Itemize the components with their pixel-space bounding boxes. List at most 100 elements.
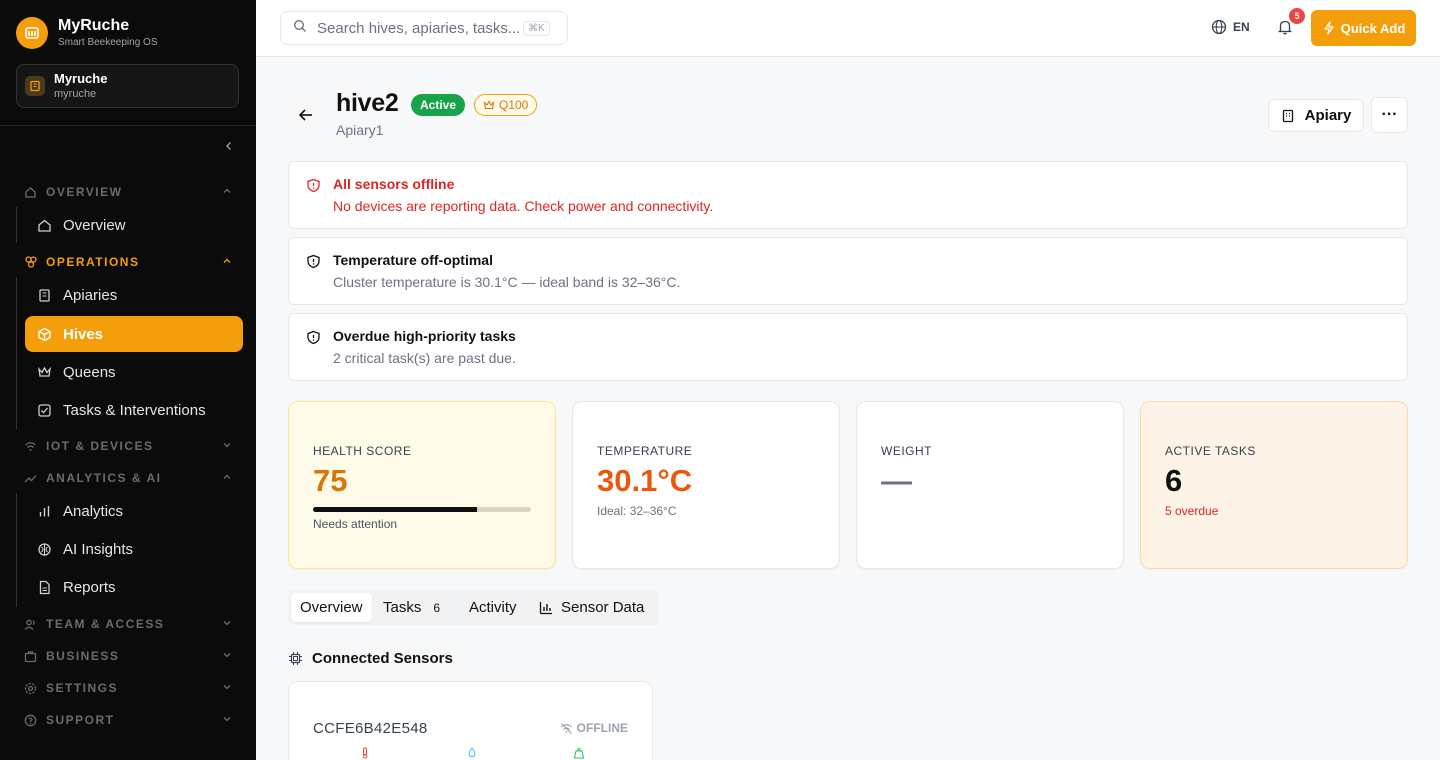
workspace-switcher[interactable]: Myruche myruche	[16, 64, 239, 108]
active-tasks-card: ACTIVE TASKS 6 5 overdue	[1140, 401, 1408, 569]
sidebar-item-ai-insights[interactable]: AI Insights	[25, 531, 243, 567]
sidebar-item-analytics[interactable]: Analytics	[25, 493, 243, 529]
home-icon	[37, 217, 53, 233]
tab-label: Activity	[469, 599, 517, 616]
search-input[interactable]	[317, 19, 523, 37]
alert-title: All sensors offline	[333, 176, 455, 192]
sidebar-item-reports[interactable]: Reports	[25, 569, 243, 605]
temperature-note: Ideal: 32–36°C	[597, 504, 677, 518]
nav-section-iot[interactable]: IOT & DEVICES	[24, 438, 232, 454]
search-box[interactable]: ⌘K	[280, 11, 568, 45]
alert-title: Temperature off-optimal	[333, 252, 493, 268]
collapse-sidebar-icon[interactable]	[220, 137, 238, 155]
nav-section-overview[interactable]: OVERVIEW	[24, 184, 232, 200]
brand[interactable]: MyRuche Smart Beekeeping OS	[16, 16, 158, 50]
trending-up-icon	[24, 471, 38, 485]
health-score-card: HEALTH SCORE 75 Needs attention	[288, 401, 556, 569]
language-switcher[interactable]: EN	[1211, 19, 1250, 35]
sidebar-item-label: Reports	[63, 578, 116, 596]
back-arrow-icon[interactable]	[297, 106, 315, 124]
brand-name: MyRuche	[58, 17, 130, 34]
bar-chart-icon	[37, 503, 53, 519]
crown-icon	[483, 100, 495, 110]
apiary-button[interactable]: Apiary	[1268, 99, 1364, 132]
nav-section-label: OPERATIONS	[46, 255, 140, 269]
alert-detail: No devices are reporting data. Check pow…	[333, 198, 714, 214]
brand-tagline: Smart Beekeeping OS	[58, 37, 158, 48]
temperature-value: 30.1°C	[597, 463, 693, 498]
quick-add-button[interactable]: Quick Add	[1311, 10, 1416, 46]
nav-rail	[16, 277, 17, 429]
nav-section-support[interactable]: SUPPORT	[24, 712, 232, 728]
sidebar-divider	[0, 125, 256, 126]
queen-label: Q100	[499, 98, 529, 112]
tab-count: 6	[433, 600, 441, 615]
workspace-slug: myruche	[54, 88, 97, 100]
search-shortcut: ⌘K	[523, 20, 550, 36]
building-icon	[37, 287, 53, 303]
nav-section-settings[interactable]: SETTINGS	[24, 680, 232, 696]
nav-section-label: IOT & DEVICES	[46, 439, 154, 453]
sidebar-item-queens[interactable]: Queens	[25, 354, 243, 390]
wifi-off-icon	[560, 722, 572, 734]
building-icon	[1282, 109, 1293, 122]
nav-section-analytics[interactable]: ANALYTICS & AI	[24, 470, 232, 486]
section-title: Connected Sensors	[312, 650, 453, 667]
brain-icon	[37, 541, 53, 557]
sensor-status-label: OFFLINE	[576, 721, 628, 735]
card-label: HEALTH SCORE	[313, 444, 412, 458]
honeycomb-icon	[24, 255, 38, 269]
weight-value: —	[881, 463, 912, 498]
droplet-icon	[466, 746, 478, 758]
lightning-icon	[1324, 21, 1334, 35]
quick-add-label: Quick Add	[1340, 20, 1406, 36]
weight-icon	[573, 746, 585, 759]
globe-icon	[1211, 19, 1227, 35]
sidebar-item-label: Overview	[63, 216, 126, 234]
alert-overdue-tasks: Overdue high-priority tasks 2 critical t…	[288, 313, 1408, 381]
language-label: EN	[1233, 20, 1250, 34]
apiary-subtitle: Apiary1	[336, 122, 384, 138]
chevron-down-icon	[222, 681, 232, 695]
notification-badge: 5	[1289, 8, 1305, 24]
alert-detail: 2 critical task(s) are past due.	[333, 350, 516, 366]
search-icon	[293, 19, 307, 38]
sidebar-item-tasks[interactable]: Tasks & Interventions	[25, 392, 243, 428]
sidebar-item-apiaries[interactable]: Apiaries	[25, 277, 243, 313]
sidebar-item-overview[interactable]: Overview	[25, 207, 243, 243]
nav-section-label: SUPPORT	[46, 713, 115, 727]
sidebar-item-label: Tasks & Interventions	[63, 401, 206, 419]
tab-label: Overview	[300, 599, 363, 616]
users-icon	[24, 617, 38, 631]
nav-section-label: ANALYTICS & AI	[46, 471, 162, 485]
alert-sensors-offline: All sensors offline No devices are repor…	[288, 161, 1408, 229]
nav-section-team[interactable]: TEAM & ACCESS	[24, 616, 232, 632]
sidebar-item-label: AI Insights	[63, 540, 134, 558]
tab-overview[interactable]: Overview	[291, 593, 372, 622]
tab-sensor-data[interactable]: Sensor Data	[530, 593, 653, 622]
shield-alert-icon	[306, 330, 322, 346]
card-label: ACTIVE TASKS	[1165, 444, 1256, 458]
weight-card: WEIGHT —	[856, 401, 1124, 569]
alert-title: Overdue high-priority tasks	[333, 328, 516, 344]
nav-section-operations[interactable]: OPERATIONS	[24, 254, 232, 270]
tab-activity[interactable]: Activity	[460, 593, 526, 622]
sensor-card[interactable]: CCFE6B42E548 OFFLINE	[288, 681, 653, 760]
health-progress-bar	[313, 507, 531, 512]
document-icon	[37, 579, 53, 595]
health-score-value: 75	[313, 463, 348, 498]
more-options-button[interactable]: ···	[1371, 97, 1408, 133]
chevron-down-icon	[222, 713, 232, 727]
gear-icon	[24, 681, 38, 695]
sidebar-item-hives[interactable]: Hives	[25, 316, 243, 352]
topbar: ⌘K EN 5 Quick Add	[256, 0, 1440, 57]
queen-badge[interactable]: Q100	[474, 94, 538, 116]
card-label: WEIGHT	[881, 444, 932, 458]
sensor-status: OFFLINE	[560, 721, 628, 735]
apiary-button-label: Apiary	[1304, 107, 1352, 124]
overdue-note: 5 overdue	[1165, 504, 1219, 518]
chevron-up-icon	[222, 185, 232, 199]
nav-section-business[interactable]: BUSINESS	[24, 648, 232, 664]
chip-icon	[289, 652, 302, 665]
tab-tasks[interactable]: Tasks 6	[374, 593, 449, 622]
